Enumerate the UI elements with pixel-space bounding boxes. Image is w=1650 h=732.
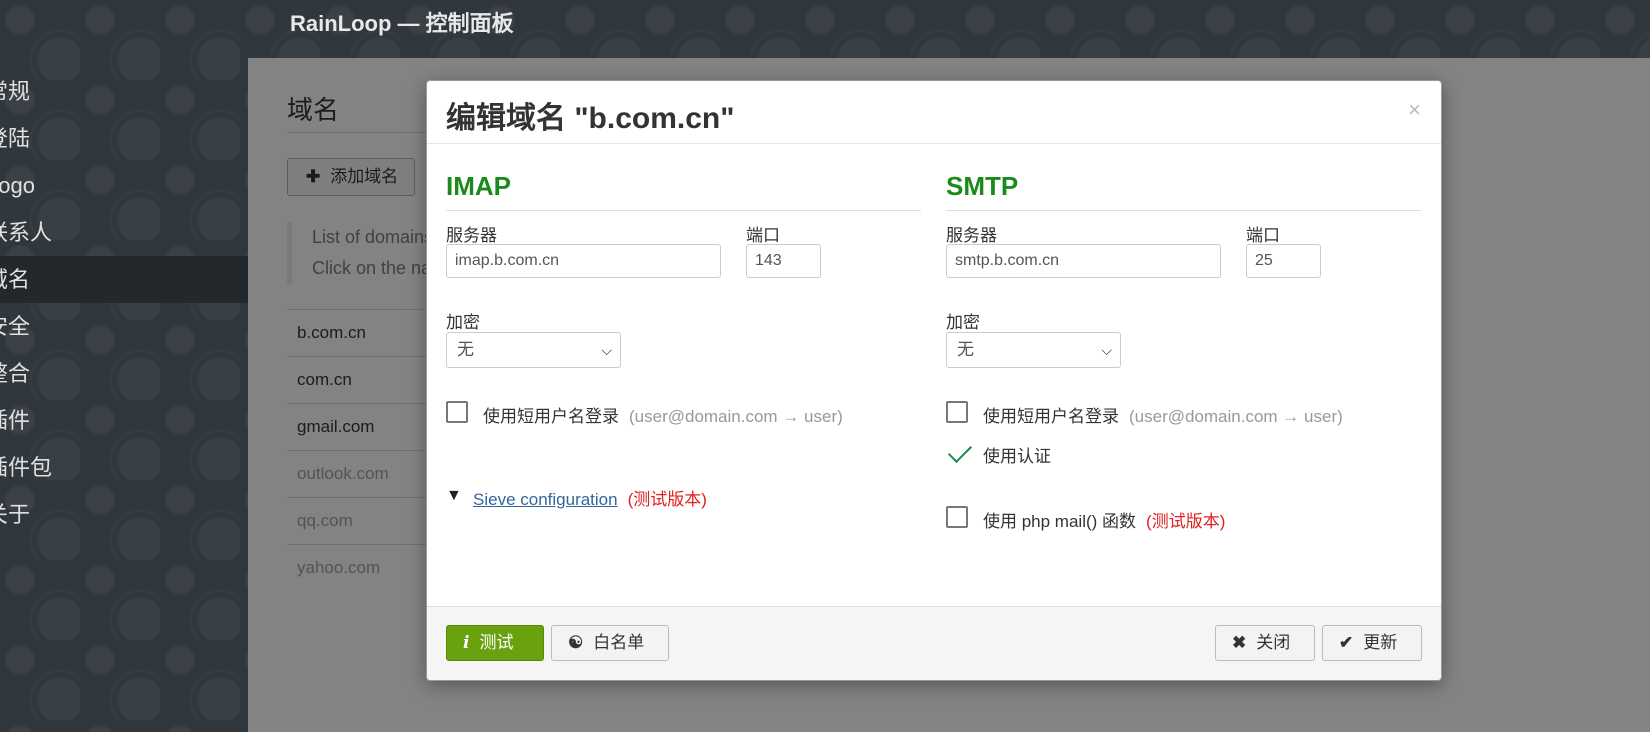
filter-icon: ▼ [446,487,462,504]
smtp-short-login-text: 使用短用户名登录 [983,407,1119,426]
check-icon: ✔ [1339,633,1354,652]
menu-item-packages[interactable]: 插件包 [0,444,248,491]
whitelist-button[interactable]: ☯ 白名单 [551,625,669,661]
update-button-label: 更新 [1363,633,1398,652]
chevron-down-icon: ⌵ [1101,342,1112,358]
smtp-section: SMTP 服务器 smtp.b.com.cn 端口 25 加密 无 ⌵ 使用短用… [946,169,1421,531]
imap-server-label: 服务器 [446,226,497,245]
menu-item-plugins[interactable]: 插件 [0,397,248,444]
chevron-down-icon: ⌵ [601,342,612,358]
smtp-encryption-label: 加密 [946,313,980,332]
close-button-label: 关闭 [1256,633,1291,652]
check-icon[interactable] [947,438,973,464]
smtp-server-label: 服务器 [946,226,997,245]
smtp-short-login-hint: (user@domain.com → user) [1129,407,1343,426]
close-icon[interactable]: × [1408,97,1421,123]
imap-port-input[interactable]: 143 [746,244,821,278]
menu-item-general[interactable]: 常规 [0,68,248,115]
smtp-short-login-label[interactable]: 使用短用户名登录 (user@domain.com → user) [983,402,1343,427]
menu-item-domains[interactable]: 域名 [0,256,248,303]
smtp-short-login-checkbox[interactable] [946,401,968,423]
test-button-label: 测试 [479,633,514,652]
php-mail-beta-badge: (测试版本) [1146,512,1226,531]
imap-short-login-text: 使用短用户名登录 [483,407,619,426]
php-mail-checkbox[interactable] [946,506,968,528]
admin-menu: 常规 登陆 Logo 联系人 域名 安全 整合 插件 插件包 关于 [0,68,248,538]
imap-heading: IMAP [446,169,921,211]
imap-encryption-select[interactable]: 无 ⌵ [446,332,621,368]
whitelist-button-label: 白名单 [593,633,645,652]
app-title: RainLoop — 控制面板 [290,11,514,36]
menu-item-about[interactable]: 关于 [0,491,248,538]
smtp-port-input[interactable]: 25 [1246,244,1321,278]
smtp-server-input[interactable]: smtp.b.com.cn [946,244,1221,278]
php-mail-text: 使用 php mail() 函数 [983,512,1137,531]
menu-item-logo[interactable]: Logo [0,162,248,209]
imap-short-login-hint: (user@domain.com → user) [629,407,843,426]
users-icon: ☯ [568,633,584,652]
imap-section: IMAP 服务器 imap.b.com.cn 端口 143 加密 无 ⌵ 使用短… [446,169,921,509]
sieve-beta-badge: (测试版本) [627,490,707,509]
info-icon: i [463,633,470,653]
sieve-configuration-link[interactable]: Sieve configuration [473,490,618,509]
dialog-footer: i 测试 ☯ 白名单 ✖ 关闭 ✔ 更新 [427,606,1441,680]
imap-port-label: 端口 [746,226,780,245]
smtp-encryption-value: 无 [957,340,974,359]
close-icon: ✖ [1232,633,1247,652]
menu-item-contacts[interactable]: 联系人 [0,209,248,256]
imap-encryption-label: 加密 [446,313,480,332]
smtp-port-label: 端口 [1246,226,1280,245]
menu-item-security[interactable]: 安全 [0,303,248,350]
smtp-auth-label[interactable]: 使用认证 [983,442,1051,467]
imap-short-login-label[interactable]: 使用短用户名登录 (user@domain.com → user) [483,402,843,427]
imap-server-input[interactable]: imap.b.com.cn [446,244,721,278]
menu-item-login[interactable]: 登陆 [0,115,248,162]
dialog-title: 编辑域名 "b.com.cn" [446,102,735,135]
test-button[interactable]: i 测试 [446,625,544,661]
php-mail-label[interactable]: 使用 php mail() 函数 (测试版本) [983,507,1225,532]
dialog-header: 编辑域名 "b.com.cn" × [427,81,1441,144]
smtp-encryption-select[interactable]: 无 ⌵ [946,332,1121,368]
edit-domain-dialog: 编辑域名 "b.com.cn" × IMAP 服务器 imap.b.com.cn… [426,80,1442,681]
update-button[interactable]: ✔ 更新 [1322,625,1422,661]
smtp-heading: SMTP [946,169,1421,211]
close-button[interactable]: ✖ 关闭 [1215,625,1315,661]
imap-short-login-checkbox[interactable] [446,401,468,423]
sieve-config-row: Sieve configuration (测试版本) [473,485,707,510]
menu-item-integrations[interactable]: 整合 [0,350,248,397]
imap-encryption-value: 无 [457,340,474,359]
